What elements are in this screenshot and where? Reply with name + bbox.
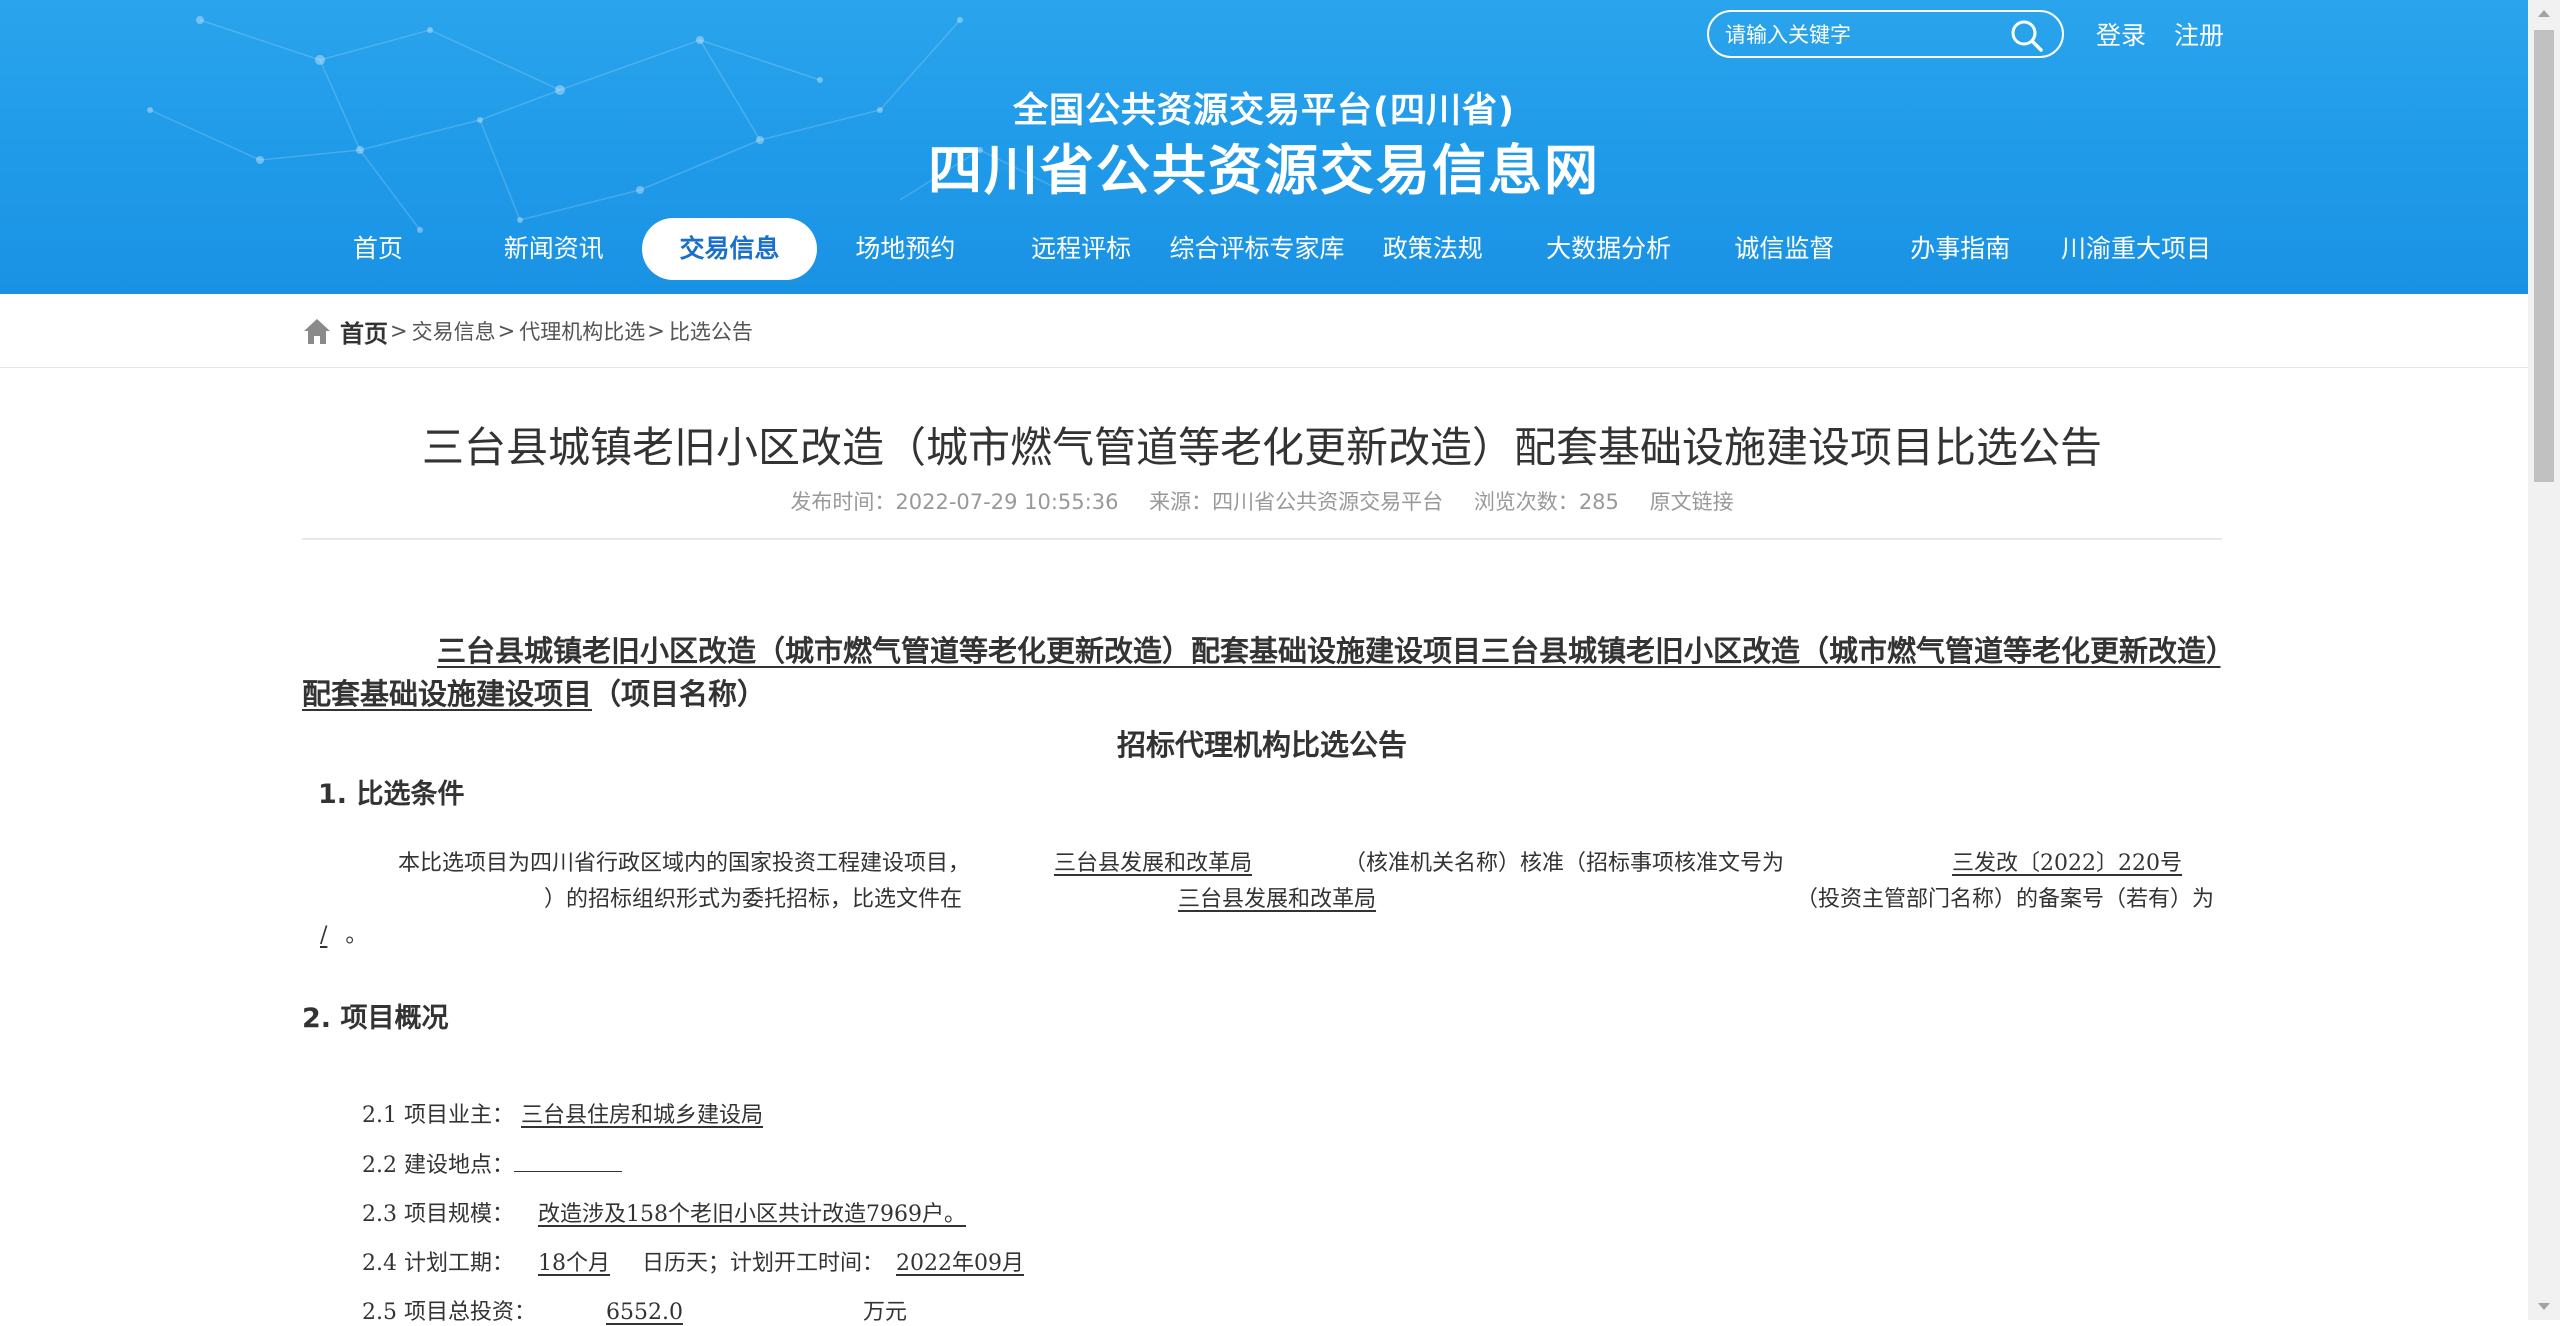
nav-item-news[interactable]: 新闻资讯 [466, 218, 642, 280]
start-time-value: 2022年09月 [896, 1251, 1024, 1276]
nav-item-trade-info[interactable]: 交易信息 [641, 218, 818, 280]
item-value: 6552.0 [536, 1300, 863, 1325]
breadcrumb: 首页 > 交易信息 > 代理机构比选 > 比选公告 [302, 314, 753, 348]
project-name: 三台县城镇老旧小区改造（城市燃气管道等老化更新改造）配套基础设施建设项目三台县城… [302, 630, 2222, 716]
nav-item-expert-pool[interactable]: 综合评标专家库 [1169, 218, 1345, 280]
conditions-text-2: （核准机关名称）核准（招标事项核准文号为 [1344, 851, 1785, 876]
conditions-paragraph: 本比选项目为四川省行政区域内的国家投资工程建设项目， 三台县发展和改革局 （核准机关… [302, 846, 2222, 954]
project-name-suffix: （项目名称） [592, 677, 767, 711]
item-value: 三台县住房和城乡建设局 [521, 1103, 807, 1128]
register-link[interactable]: 注册 [2174, 16, 2224, 52]
item-value: 2022年09月 [884, 1251, 1054, 1276]
approval-number-value: 三发改〔2022〕220号 [1952, 851, 2183, 876]
nav-item-home[interactable]: 首页 [290, 218, 466, 280]
search-input[interactable] [1723, 18, 2007, 52]
overview-item-investment: 2.5 项目总投资： 6552.0 万元 [362, 1294, 907, 1326]
conditions-text-3: ）的招标组织形式为委托招标，比选文件在 [544, 887, 963, 912]
overview-item-duration: 2.4 计划工期： 18个月 日历天；计划开工时间： 2022年09月 [362, 1245, 1054, 1277]
home-icon [304, 319, 330, 344]
original-link[interactable]: 原文链接 [1650, 490, 1734, 514]
breadcrumb-separator: > [497, 319, 516, 343]
item-value: 18个月 [514, 1251, 642, 1276]
article-title: 三台县城镇老旧小区改造（城市燃气管道等老化更新改造）配套基础设施建设项目比选公告 [421, 423, 2102, 472]
overview-item-scale: 2.3 项目规模： 改造涉及158个老旧小区共计改造7969户。 [362, 1196, 1034, 1228]
record-number: / [320, 923, 328, 948]
source-label: 来源： [1149, 490, 1213, 514]
section-heading-conditions: 1. 比选条件 [318, 779, 465, 810]
conditions-text-5: 。 [345, 923, 368, 948]
item-label: 2.4 计划工期： [362, 1251, 514, 1276]
duration-mid-text: 日历天；计划开工时间： [641, 1251, 884, 1276]
breadcrumb-trade-info[interactable]: 交易信息 [412, 316, 496, 346]
publish-time-label: 发布时间： [790, 490, 896, 514]
nav-item-guide[interactable]: 办事指南 [1872, 218, 2048, 280]
vertical-scrollbar[interactable] [2528, 0, 2560, 1320]
publish-time-value: 2022-07-29 10:55:36 [895, 490, 1119, 514]
site-title[interactable]: 四川省公共资源交易信息网 [0, 126, 2528, 205]
nav-item-remote-bidding[interactable]: 远程评标 [993, 218, 1169, 280]
views-value: 285 [1578, 490, 1619, 514]
investment-value: 6552.0 [605, 1300, 683, 1325]
breadcrumb-selection-notice[interactable]: 比选公告 [669, 316, 753, 346]
title-divider [302, 538, 2222, 540]
breadcrumb-bar: 首页 > 交易信息 > 代理机构比选 > 比选公告 [0, 294, 2528, 368]
breadcrumb-separator: > [390, 319, 408, 343]
nav-item-venue-booking[interactable]: 场地预约 [817, 218, 993, 280]
nav-item-major-projects[interactable]: 川渝重大项目 [2048, 218, 2224, 280]
views-label: 浏览次数： [1473, 490, 1579, 514]
section-heading-overview: 2. 项目概况 [302, 1003, 449, 1034]
item-label: 2.5 项目总投资： [362, 1300, 536, 1325]
search-icon[interactable] [2009, 18, 2045, 54]
scroll-down-arrow-icon[interactable] [2528, 1292, 2560, 1320]
nav-item-big-data[interactable]: 大数据分析 [1521, 218, 1697, 280]
login-link[interactable]: 登录 [2096, 16, 2146, 52]
main-nav: 首页 新闻资讯 交易信息 场地预约 远程评标 综合评标专家库 政策法规 大数据分… [290, 218, 2224, 280]
approval-org: 三台县发展和改革局 [970, 851, 1344, 876]
publish-time: 发布时间：2022-07-29 10:55:36 [790, 490, 1118, 514]
breadcrumb-home[interactable]: 首页 [340, 314, 388, 349]
nav-item-policy[interactable]: 政策法规 [1345, 218, 1521, 280]
item-label: 2.2 建设地点： [362, 1153, 514, 1178]
record-org: 三台县发展和改革局 [962, 887, 1760, 912]
item-label: 2.3 项目规模： [362, 1202, 514, 1227]
project-name-value: 三台县城镇老旧小区改造（城市燃气管道等老化更新改造）配套基础设施建设项目三台县城… [302, 634, 2221, 711]
nav-item-credit[interactable]: 诚信监督 [1697, 218, 1873, 280]
scrollbar-thumb[interactable] [2534, 30, 2554, 482]
notice-heading: 招标代理机构比选公告 [1116, 728, 1407, 762]
record-org-value: 三台县发展和改革局 [1178, 887, 1377, 912]
item-label: 2.1 项目业主： [362, 1103, 514, 1128]
project-name-text: 三台县城镇老旧小区改造（城市燃气管道等老化更新改造）配套基础设施建设项目三台县城… [302, 634, 2221, 711]
approval-org-value: 三台县发展和改革局 [1054, 851, 1253, 876]
conditions-text-4: （投资主管部门名称）的备案号（若有）为 [1796, 887, 2215, 912]
site-header: 登录 注册 全国公共资源交易平台(四川省) 四川省公共资源交易信息网 首页 新闻… [0, 0, 2528, 294]
breadcrumb-separator: > [647, 319, 665, 343]
item-value: 改造涉及158个老旧小区共计改造7969户。 [514, 1202, 1034, 1227]
article-meta: 发布时间：2022-07-29 10:55:36 来源：四川省公共资源交易平台 … [302, 486, 2222, 516]
owner-value: 三台县住房和城乡建设局 [520, 1103, 763, 1128]
source: 来源：四川省公共资源交易平台 [1149, 490, 1443, 514]
source-value: 四川省公共资源交易平台 [1212, 490, 1444, 514]
scale-value: 改造涉及158个老旧小区共计改造7969户。 [537, 1202, 966, 1227]
overview-item-owner: 2.1 项目业主： 三台县住房和城乡建设局 [362, 1097, 807, 1129]
conditions-text-1: 本比选项目为四川省行政区域内的国家投资工程建设项目， [398, 851, 971, 876]
scroll-up-arrow-icon[interactable] [2528, 0, 2560, 28]
search-box [1707, 10, 2064, 58]
duration-value: 18个月 [537, 1251, 610, 1276]
investment-unit: 万元 [862, 1300, 907, 1325]
breadcrumb-agency-selection[interactable]: 代理机构比选 [519, 316, 645, 346]
views: 浏览次数：285 [1474, 490, 1619, 514]
location-value [513, 1149, 622, 1172]
overview-item-location: 2.2 建设地点： [362, 1147, 622, 1179]
